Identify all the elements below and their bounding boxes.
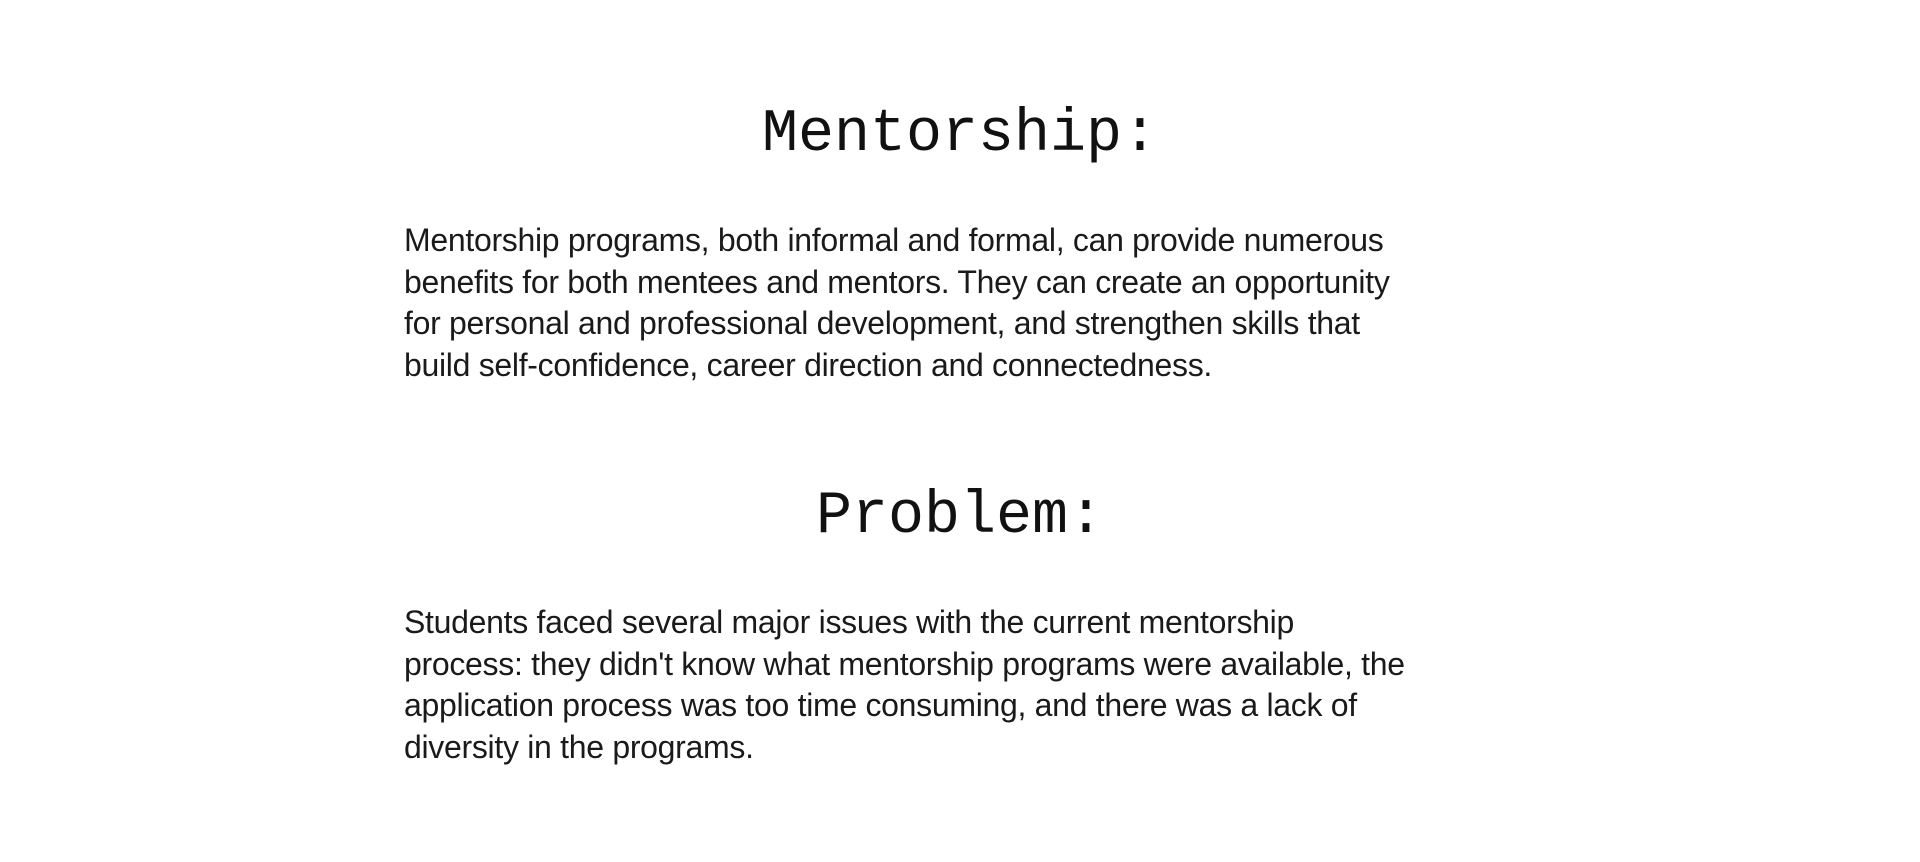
problem-heading: Problem: (815, 483, 1105, 551)
paragraph-line: process: they didn't know what mentorshi… (404, 645, 1405, 682)
paragraph-line: Mentorship programs, both informal and f… (404, 222, 1384, 258)
problem-paragraph: Students faced several major issues with… (404, 602, 1544, 768)
paragraph-line: application process was too time consumi… (404, 687, 1357, 723)
paragraph-line: Students faced several major issues with… (404, 604, 1294, 640)
paragraph-line: diversity in the programs. (404, 728, 754, 765)
paragraph-line: benefits for both mentees and mentors. T… (404, 263, 1390, 300)
mentorship-heading: Mentorship: (761, 101, 1159, 169)
mentorship-paragraph: Mentorship programs, both informal and f… (404, 220, 1544, 386)
paragraph-line: for personal and professional developmen… (404, 305, 1360, 341)
paragraph-line: build self-confidence, career direction … (404, 346, 1212, 383)
